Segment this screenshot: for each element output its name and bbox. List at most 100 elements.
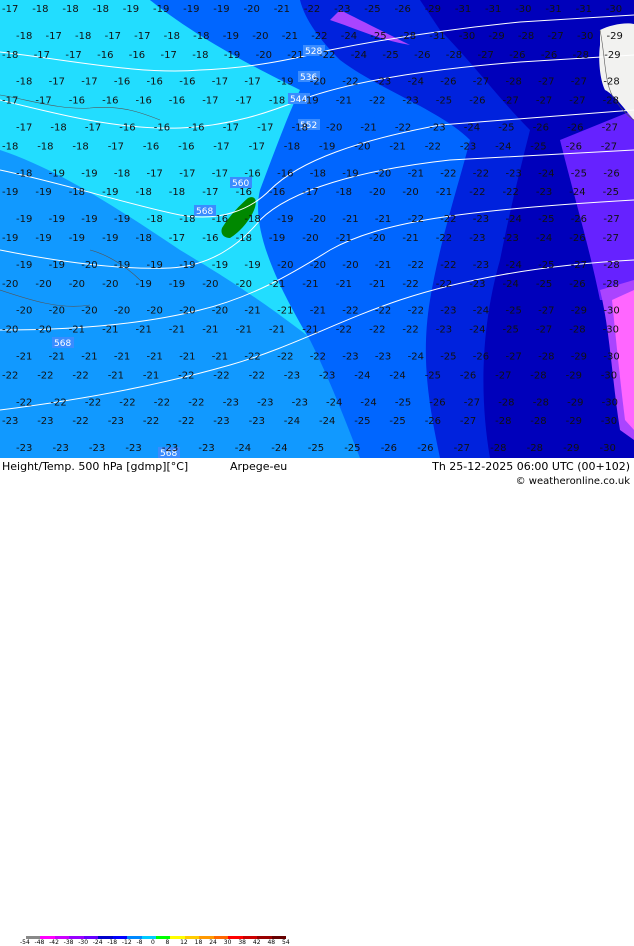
temp-label: -27 [571,77,587,88]
temp-label: -21 [375,214,391,225]
credit[interactable]: © weatheronline.co.uk [516,476,630,487]
temp-label: -16 [136,96,152,107]
temp-label: -20 [277,260,293,271]
temp-label: -16 [129,50,145,61]
temp-label: -27 [601,141,617,152]
temp-label: -25 [436,96,452,107]
map-title: Height/Temp. 500 hPa [gdmp][°C] [2,460,189,473]
weather-map: 528 536 544 552 560 568 568 568 -17 -18 -18 -18 -19… [0,0,634,458]
temp-label: -23 [536,187,552,198]
temp-label: -23 [284,370,300,381]
temp-label: -28 [538,352,554,363]
scale-label: 8 [165,939,170,946]
temp-label: -21 [402,233,418,244]
temp-label: -18 [32,4,48,15]
temp-label: -16 [154,123,170,134]
temp-label: -22 [336,325,352,336]
temp-label: -19 [102,233,118,244]
temp-label: -25 [530,141,546,152]
temp-label: -23 [37,416,53,427]
temp-label: -25 [506,306,522,317]
temp-label: -16 [244,168,260,179]
temp-label: -24 [360,397,376,408]
temp-label: -25 [440,352,456,363]
temp-label: -18 [62,4,78,15]
temp-label: -17 [16,123,32,134]
temp-label: -25 [382,50,398,61]
temp-label: -21 [114,352,130,363]
temp-label: -30 [606,4,622,15]
temp-label: -20 [236,279,252,290]
temp-label: -27 [538,306,554,317]
temp-label: -28 [495,416,511,427]
temp-label: -17 [257,123,273,134]
temp-label: -27 [571,260,587,271]
temp-label: -22 [72,370,88,381]
temp-label: -17 [202,187,218,198]
temp-label: -26 [603,168,619,179]
temp-label: -20 [310,214,326,225]
temp-label: -23 [89,443,105,454]
scale-label: 30 [223,939,232,946]
temp-label: -22 [143,416,159,427]
temp-label: -17 [302,187,318,198]
temp-label: -21 [282,31,298,42]
temp-label: -22 [503,187,519,198]
scale-label: 38 [238,939,246,946]
temp-label: -27 [506,352,522,363]
temp-label: -30 [603,306,619,317]
temp-label: -23 [503,233,519,244]
temp-label: -22 [408,214,424,225]
temp-label: -24 [408,77,424,88]
temp-label: -21 [169,325,185,336]
temp-label: -22 [369,96,385,107]
temp-label: -21 [236,325,252,336]
temp-label: -18 [336,187,352,198]
temp-label: -18 [69,187,85,198]
temp-label: -19 [147,260,163,271]
temp-label: -30 [603,325,619,336]
temp-label: -30 [459,31,475,42]
temp-label: -18 [16,168,32,179]
temp-label: -23 [402,96,418,107]
temp-label: -27 [495,370,511,381]
temp-label: -23 [16,443,32,454]
temp-label: -20 [81,306,97,317]
temp-label: -23 [334,4,350,15]
temp-label: -22 [277,352,293,363]
temp-label: -26 [509,50,525,61]
temp-label: -29 [566,416,582,427]
temp-label: -30 [601,416,617,427]
temp-label: -23 [125,443,141,454]
temp-label: -27 [536,96,552,107]
temp-label: -26 [425,416,441,427]
temp-label: -18 [147,214,163,225]
temp-label: -20 [256,50,272,61]
temp-label: -28 [446,50,462,61]
scale-label: 48 [267,939,276,946]
temp-label: -20 [310,260,326,271]
temp-label: -22 [2,370,18,381]
temp-label: -22 [178,370,194,381]
temp-label: -22 [440,168,456,179]
temp-label: -18 [236,233,252,244]
temp-label: -28 [530,416,546,427]
temp-label: -22 [369,325,385,336]
temp-label: -26 [566,141,582,152]
temp-label: -27 [569,96,585,107]
temp-label: -24 [319,416,335,427]
temp-label: -21 [269,279,285,290]
temp-label: -22 [425,141,441,152]
temp-label: -21 [179,352,195,363]
temp-label: -29 [563,443,579,454]
temp-label: -19 [153,4,169,15]
temp-label: -22 [72,416,88,427]
temp-label: -22 [402,325,418,336]
temp-label: -25 [389,416,405,427]
temp-label: -23 [108,416,124,427]
temp-label: -18 [136,187,152,198]
scale-label: -18 [107,939,118,946]
footer-bar: Height/Temp. 500 hPa [gdmp][°C] Arpege-e… [0,458,634,946]
temp-label: -31 [455,4,471,15]
temp-label: -22 [408,306,424,317]
